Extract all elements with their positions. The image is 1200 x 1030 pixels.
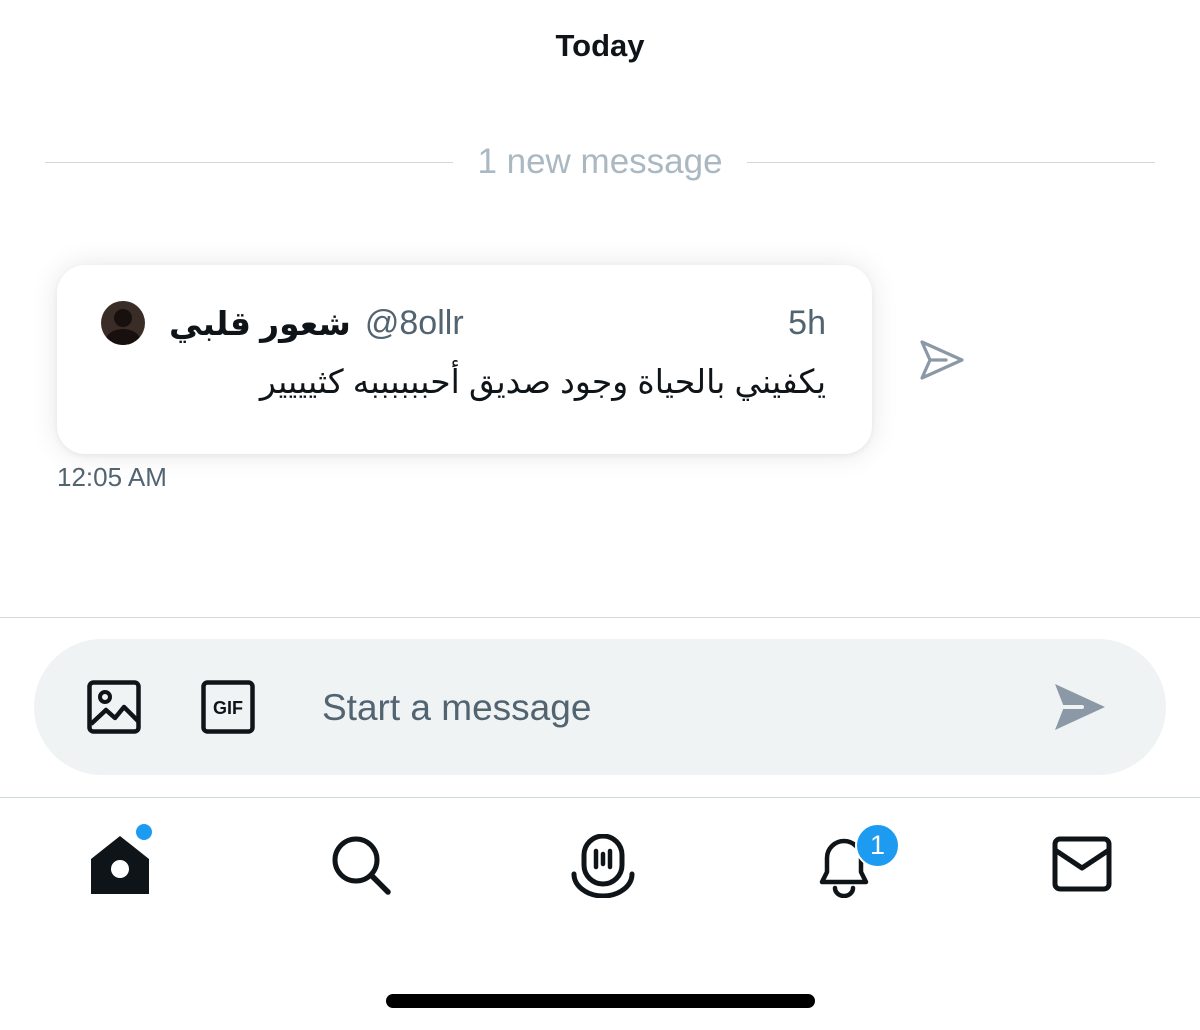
home-indicator-bar[interactable]: [386, 994, 815, 1008]
day-header: Today: [555, 28, 645, 63]
tweet-header: شعور قلبي @8ollr 5h: [101, 301, 826, 345]
home-new-indicator: [136, 824, 152, 840]
message-composer: GIF: [34, 639, 1166, 775]
author-handle: @8ollr: [364, 303, 464, 342]
divider-line-right: [746, 161, 1156, 163]
gif-icon-label: GIF: [213, 698, 243, 718]
notifications-badge: 1: [855, 823, 900, 868]
shared-tweet-card[interactable]: شعور قلبي @8ollr 5h يكفيني بالحياة وجود …: [57, 265, 872, 454]
share-tweet-icon[interactable]: [918, 336, 966, 384]
message-input[interactable]: [322, 681, 1022, 735]
nav-home-icon[interactable]: [88, 832, 152, 896]
nav-spaces-icon[interactable]: [571, 834, 635, 898]
composer-divider-top: [0, 617, 1200, 618]
author-display-name[interactable]: شعور قلبي: [169, 304, 351, 343]
avatar-silhouette-shoulders: [106, 329, 140, 345]
image-icon[interactable]: [87, 680, 141, 734]
new-message-label: 1 new message: [477, 142, 723, 181]
gif-icon[interactable]: GIF: [201, 680, 255, 734]
avatar-silhouette-head: [114, 309, 132, 327]
avatar[interactable]: [101, 301, 145, 345]
divider-line-left: [45, 161, 454, 163]
nav-search-icon[interactable]: [330, 834, 394, 898]
tweet-text: يكفيني بالحياة وجود صديق أحببببببه كثييي…: [259, 363, 826, 400]
message-timestamp: 12:05 AM: [57, 462, 167, 492]
dm-conversation-screen: Today 1 new message شعور قلبي @8ollr 5h …: [0, 0, 1200, 1030]
send-icon[interactable]: [1052, 681, 1108, 733]
new-message-divider: 1 new message: [45, 138, 1156, 186]
nav-messages-icon[interactable]: [1052, 836, 1116, 900]
composer-divider-bottom: [0, 797, 1200, 798]
tweet-time-ago: 5h: [788, 303, 826, 342]
